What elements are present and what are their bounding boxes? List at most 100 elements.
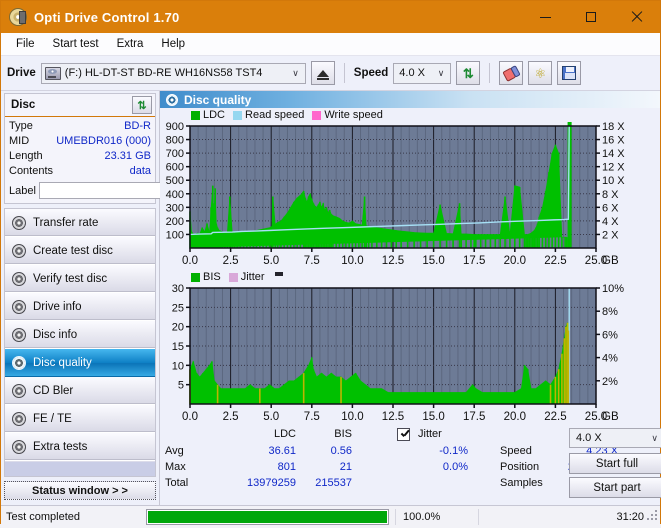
eject-button[interactable] — [310, 61, 335, 85]
legend-bis: BIS — [191, 271, 221, 283]
disc-test-icon — [12, 439, 26, 454]
svg-text:0.0: 0.0 — [182, 255, 198, 267]
disc-mid-value: UMEBDR016 (000) — [56, 135, 151, 147]
sidebar-filler — [5, 461, 155, 476]
jitter-label: Jitter — [418, 428, 442, 440]
samples-stat-label: Samples — [500, 477, 543, 489]
content-area: Disc quality LDC Read speed Write speed — [160, 91, 661, 505]
sidebar-item-label: FE / TE — [33, 412, 72, 425]
menu-help[interactable]: Help — [152, 35, 194, 53]
disc-refresh-button[interactable]: ⇅ — [132, 96, 152, 114]
disc-contents-label: Contents — [9, 165, 54, 177]
legend-jitter: Jitter — [228, 271, 265, 283]
status-text: Test completed — [6, 511, 80, 523]
svg-text:800: 800 — [166, 135, 184, 147]
drive-icon — [44, 66, 61, 80]
legend-swatch-icon — [228, 272, 238, 282]
legend-ldc: LDC — [191, 109, 225, 121]
menu-start-test[interactable]: Start test — [44, 35, 108, 53]
legend-label: Read speed — [245, 109, 305, 121]
start-part-button[interactable]: Start part — [569, 477, 661, 498]
jitter-checkbox[interactable] — [397, 428, 410, 441]
sidebar-item-label: Disc info — [33, 328, 78, 341]
drive-select-value: (F:) HL-DT-ST BD-RE WH16NS58 TST4 — [64, 67, 263, 79]
sidebar-item-label: Disc quality — [33, 356, 92, 369]
sidebar-item-transfer-rate[interactable]: Transfer rate — [5, 209, 155, 237]
maximize-icon — [586, 12, 596, 22]
tools-button[interactable]: ⚛ — [528, 61, 553, 85]
erase-button[interactable] — [499, 61, 524, 85]
disc-row-mid: MID UMEBDR016 (000) — [9, 134, 151, 149]
refresh-button[interactable]: ⇅ — [456, 61, 481, 85]
sidebar-item-drive-info[interactable]: Drive info — [5, 293, 155, 321]
sidebar-item-disc-info[interactable]: Disc info — [5, 321, 155, 349]
disc-test-icon — [12, 355, 26, 370]
disc-test-icon — [12, 243, 26, 258]
svg-text:2.5: 2.5 — [223, 411, 239, 423]
minimize-icon — [539, 16, 551, 18]
ldc-legend: LDC Read speed Write speed — [160, 108, 660, 122]
menu-extra[interactable]: Extra — [108, 35, 153, 53]
minimize-button[interactable] — [522, 1, 568, 33]
menu-file[interactable]: File — [7, 35, 44, 53]
disc-test-icon — [12, 327, 26, 342]
legend-read-speed: Read speed — [233, 109, 304, 121]
drive-label: Drive — [7, 67, 36, 79]
maximize-button[interactable] — [568, 1, 614, 33]
chevron-down-icon: ∨ — [651, 432, 658, 443]
progress-bar — [146, 509, 389, 525]
close-button[interactable] — [614, 1, 660, 33]
legend-write-speed: Write speed — [312, 109, 383, 121]
sidebar-item-extra-tests[interactable]: Extra tests — [5, 433, 155, 461]
status-window-button[interactable]: Status window > > — [4, 481, 156, 500]
svg-text:2%: 2% — [602, 376, 618, 388]
stats-row-max-label: Max — [165, 461, 186, 473]
save-button[interactable] — [557, 61, 582, 85]
svg-text:12.5: 12.5 — [382, 411, 404, 423]
legend-label: Write speed — [324, 109, 383, 121]
toolbar: Drive (F:) HL-DT-ST BD-RE WH16NS58 TST4 … — [1, 56, 660, 91]
svg-text:4%: 4% — [602, 353, 618, 365]
svg-text:15.0: 15.0 — [422, 411, 444, 423]
app-window: Opti Drive Control 1.70 File Start test … — [0, 0, 661, 528]
sidebar-item-label: Verify test disc — [33, 272, 108, 285]
sidebar-nav: Transfer rate Create test disc Verify te… — [4, 208, 156, 477]
stats-total-bis: 215537 — [315, 477, 352, 489]
sidebar-item-label: Drive info — [33, 300, 82, 313]
svg-text:GB: GB — [602, 255, 619, 267]
resize-grip[interactable] — [647, 510, 657, 520]
sidebar-item-label: Extra tests — [33, 440, 88, 453]
toolbar-divider — [343, 63, 345, 83]
sidebar-item-create-test-disc[interactable]: Create test disc — [5, 237, 155, 265]
window-title: Opti Drive Control 1.70 — [34, 9, 180, 25]
legend-swatch-icon — [312, 110, 322, 120]
sidebar-item-verify-test-disc[interactable]: Verify test disc — [5, 265, 155, 293]
sidebar-item-fe-te[interactable]: FE / TE — [5, 405, 155, 433]
sidebar-item-cd-bler[interactable]: CD Bler — [5, 377, 155, 405]
disc-test-icon — [12, 299, 26, 314]
status-bar: Test completed 100.0% 31:20 — [1, 505, 660, 528]
speed-select-value: 4.0 X — [399, 67, 425, 79]
svg-text:7.5: 7.5 — [304, 411, 320, 423]
svg-text:10: 10 — [172, 360, 184, 372]
test-speed-select[interactable]: 4.0 X ∨ — [569, 428, 661, 448]
svg-text:20: 20 — [172, 322, 184, 334]
sidebar-item-disc-quality[interactable]: Disc quality — [5, 349, 155, 377]
disc-type-value: BD-R — [124, 120, 151, 132]
svg-text:15.0: 15.0 — [422, 255, 444, 267]
svg-text:5.0: 5.0 — [263, 411, 279, 423]
speed-select[interactable]: 4.0 X ∨ — [393, 62, 452, 84]
legend-swatch-icon — [233, 110, 243, 120]
test-speed-value: 4.0 X — [576, 432, 602, 444]
eject-icon — [316, 69, 329, 80]
start-full-button[interactable]: Start full — [569, 453, 661, 474]
legend-swatch-icon — [191, 272, 200, 282]
main-body: Disc ⇅ Type BD-R MID UMEBDR016 (000) Len… — [1, 91, 661, 505]
drive-select[interactable]: (F:) HL-DT-ST BD-RE WH16NS58 TST4 ∨ — [40, 62, 306, 84]
legend-label: Jitter — [240, 271, 265, 283]
speed-label: Speed — [353, 67, 389, 79]
svg-text:7.5: 7.5 — [304, 255, 320, 267]
stats-max-jitter: 0.0% — [442, 461, 468, 473]
disc-properties: Type BD-R MID UMEBDR016 (000) Length 23.… — [5, 117, 240, 203]
svg-text:20.0: 20.0 — [504, 411, 526, 423]
